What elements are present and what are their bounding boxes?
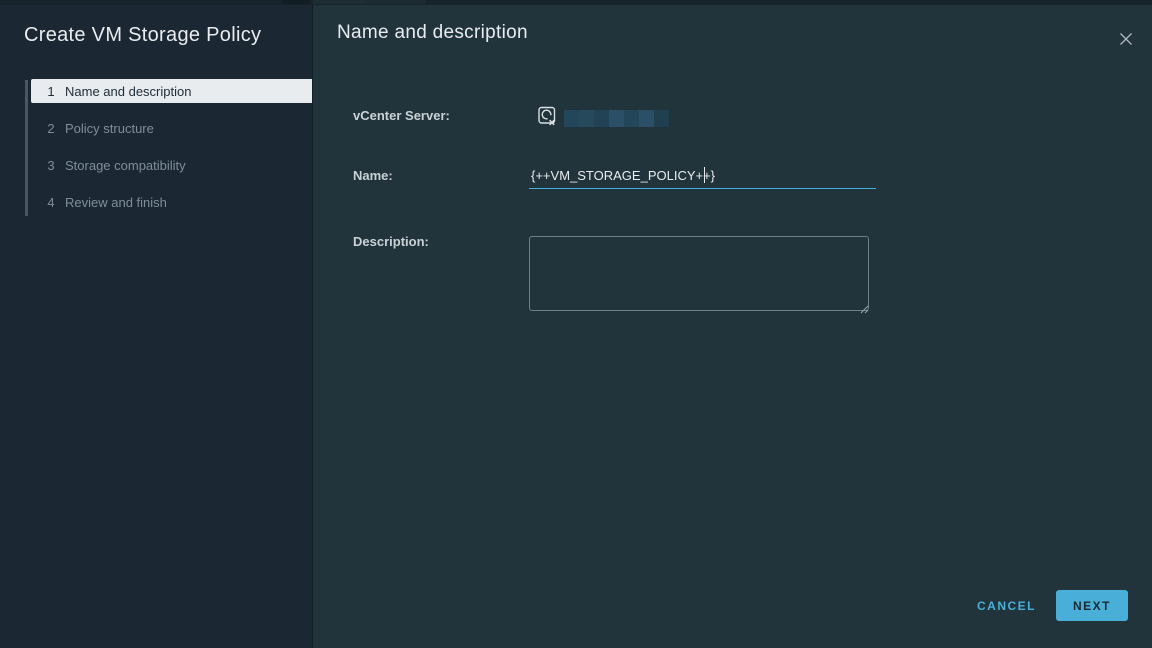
close-icon[interactable] xyxy=(1116,29,1136,49)
description-textarea[interactable] xyxy=(529,236,869,311)
wizard-modal: Create VM Storage Policy 1 Name and desc… xyxy=(0,5,1152,648)
step-number: 1 xyxy=(44,84,58,99)
name-field-wrap xyxy=(529,163,876,189)
wizard-steps: 1 Name and description 2 Policy structur… xyxy=(25,79,312,227)
step-review-and-finish[interactable]: 4 Review and finish xyxy=(31,190,312,214)
step-number: 2 xyxy=(44,121,58,136)
redacted-segment xyxy=(624,110,639,127)
step-label: Review and finish xyxy=(65,195,167,210)
page-title: Name and description xyxy=(337,22,528,44)
step-label: Name and description xyxy=(65,84,191,99)
step-number: 4 xyxy=(44,195,58,210)
name-input[interactable] xyxy=(529,163,876,188)
cancel-button[interactable]: CANCEL xyxy=(975,595,1038,617)
redacted-segment xyxy=(579,110,594,127)
redacted-segment xyxy=(564,110,579,127)
redacted-segment xyxy=(654,110,669,127)
redacted-segment xyxy=(609,110,624,127)
step-policy-structure[interactable]: 2 Policy structure xyxy=(31,116,312,140)
redacted-segment xyxy=(594,110,609,127)
step-storage-compatibility[interactable]: 3 Storage compatibility xyxy=(31,153,312,177)
wizard-title: Create VM Storage Policy xyxy=(24,24,261,47)
vcenter-server-value-row xyxy=(529,104,669,133)
wizard-sidebar: Create VM Storage Policy 1 Name and desc… xyxy=(0,5,312,648)
wizard-footer: CANCEL NEXT xyxy=(975,590,1128,621)
step-label: Storage compatibility xyxy=(65,158,186,173)
text-caret xyxy=(704,167,705,183)
wizard-content: Name and description vCenter Server: xyxy=(312,5,1152,648)
steps-rule xyxy=(25,80,28,216)
background-artifact xyxy=(282,0,310,4)
step-name-and-description[interactable]: 1 Name and description xyxy=(31,79,312,103)
create-vm-storage-policy-dialog: Create VM Storage Policy 1 Name and desc… xyxy=(0,0,1152,648)
redacted-segment xyxy=(639,110,654,127)
background-artifact xyxy=(313,0,365,4)
vcenter-server-label: vCenter Server: xyxy=(353,108,450,123)
name-label: Name: xyxy=(353,168,393,183)
next-button[interactable]: NEXT xyxy=(1056,590,1128,621)
background-artifact xyxy=(365,0,425,4)
vcenter-value-redacted xyxy=(564,110,669,127)
step-label: Policy structure xyxy=(65,121,154,136)
step-number: 3 xyxy=(44,158,58,173)
vcenter-server-icon xyxy=(537,104,558,133)
description-label: Description: xyxy=(353,234,429,249)
